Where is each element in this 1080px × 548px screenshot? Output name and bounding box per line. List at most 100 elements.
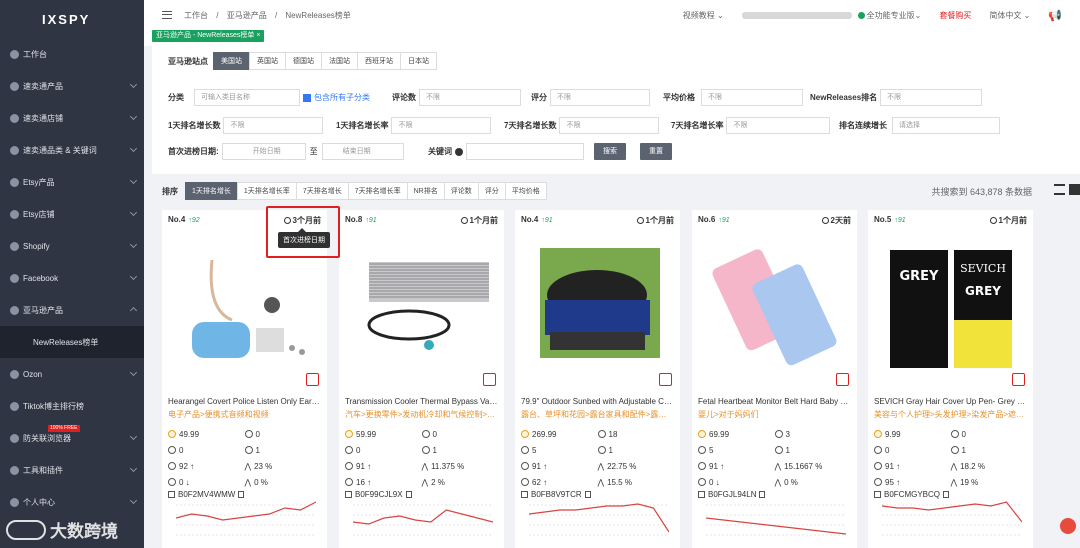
- breadcrumb-amazon[interactable]: 亚马逊产品: [227, 11, 267, 20]
- sidebar-item-7[interactable]: Facebook: [0, 262, 144, 294]
- sort-tab-2[interactable]: 7天排名增长: [295, 182, 349, 200]
- product-title[interactable]: Transmission Cooler Thermal Bypass Valve…: [345, 397, 498, 406]
- start-date-input[interactable]: 开始日期: [221, 143, 306, 160]
- app-logo[interactable]: IXSPY: [0, 0, 144, 38]
- copy-icon[interactable]: [759, 491, 766, 498]
- product-category[interactable]: 婴儿>对于妈妈们: [698, 409, 851, 420]
- product-title[interactable]: Fetal Heartbeat Monitor Belt Hard Baby H…: [698, 397, 851, 406]
- asin[interactable]: B0F2MV4WMW: [178, 490, 235, 499]
- sidebar-item-8[interactable]: 亚马逊产品: [0, 294, 144, 326]
- site-tab-0[interactable]: 美国站: [213, 52, 250, 70]
- language-dropdown[interactable]: 简体中文 ⌄: [989, 10, 1030, 21]
- rank-cont-select[interactable]: 请选择: [892, 117, 1000, 134]
- copy-icon[interactable]: [584, 491, 591, 498]
- site-tab-4[interactable]: 西班牙站: [357, 52, 401, 70]
- sort-tab-3[interactable]: 7天排名增长率: [347, 182, 408, 200]
- site-tab-5[interactable]: 日本站: [400, 52, 437, 70]
- sort-tab-5[interactable]: 评论数: [443, 182, 479, 200]
- image-search-icon[interactable]: [659, 373, 672, 386]
- product-image[interactable]: [349, 240, 494, 372]
- include-sub-checkbox[interactable]: [303, 93, 311, 102]
- site-tab-3[interactable]: 法国站: [321, 52, 358, 70]
- rank-rate-1d-input[interactable]: 不限: [391, 117, 492, 134]
- sidebar-item-4[interactable]: Etsy产品: [0, 166, 144, 198]
- image-search-icon[interactable]: [836, 373, 849, 386]
- rank-sparkline: [882, 501, 1022, 536]
- sidebar-item-6[interactable]: Shopify: [0, 230, 144, 262]
- avg-price-input[interactable]: 不限: [701, 89, 803, 106]
- product-category[interactable]: 美容与个人护理>头发护理>染发产品>遮毛发: [874, 409, 1027, 420]
- product-title[interactable]: Hearangel Covert Police Listen Only Earp…: [168, 397, 321, 406]
- rating-input[interactable]: 不限: [550, 89, 650, 106]
- sort-tab-4[interactable]: NR排名: [406, 182, 445, 200]
- sort-tab-1[interactable]: 1天排名增长率: [236, 182, 297, 200]
- sort-tab-7[interactable]: 平均价格: [504, 182, 547, 200]
- copy-icon[interactable]: [943, 491, 950, 498]
- video-tutorial-dropdown[interactable]: 视频教程 ⌄: [683, 10, 724, 21]
- category-input[interactable]: 可输入类目名称: [194, 89, 300, 106]
- asin[interactable]: B0FB8V9TCR: [531, 490, 582, 499]
- image-search-icon[interactable]: [483, 373, 496, 386]
- list-view-icon[interactable]: [1054, 184, 1065, 195]
- grid-view-icon[interactable]: [1069, 184, 1080, 195]
- active-page-tag[interactable]: 亚马逊产品 - NewReleases榜单 ×: [152, 30, 265, 42]
- sidebar-item-10[interactable]: Ozon: [0, 358, 144, 390]
- breadcrumb-home[interactable]: 工作台: [184, 11, 208, 20]
- image-search-icon[interactable]: [1012, 373, 1025, 386]
- sidebar-item-14[interactable]: 个人中心: [0, 486, 144, 518]
- asin[interactable]: B0F99CJL9X: [355, 490, 403, 499]
- sidebar-item-3[interactable]: 速卖通品类 & 关键词: [0, 134, 144, 166]
- sidebar-item-0[interactable]: 工作台: [0, 38, 144, 70]
- product-card[interactable]: No.4 ↑92 3个月前 Hearangel Covert Police Liste…: [162, 210, 327, 548]
- buy-plan-link[interactable]: 套餐购买: [939, 10, 971, 21]
- copy-icon[interactable]: [238, 491, 245, 498]
- sidebar-item-label: 速卖通店铺: [23, 113, 63, 123]
- rank-inc-1d-filter: 1天排名增长数 不限: [168, 117, 324, 134]
- search-button[interactable]: 搜索: [594, 143, 626, 160]
- reviews-input[interactable]: 不限: [419, 89, 521, 106]
- sidebar-item-2[interactable]: 速卖通店铺: [0, 102, 144, 134]
- rank-inc-7d-input[interactable]: 不限: [559, 117, 660, 134]
- reset-button[interactable]: 重置: [640, 143, 672, 160]
- sort-tab-0[interactable]: 1天排名增长: [185, 182, 238, 200]
- nr-rank-input[interactable]: 不限: [880, 89, 983, 106]
- product-card[interactable]: No.5 ↑91 1个月前 GREY SEVICH GREY SEVICH Gray Hai…: [868, 210, 1033, 548]
- product-category[interactable]: 汽车>更换零件>发动机冷却和气候控制>冷却器: [345, 409, 498, 420]
- account-info[interactable]: 全功能专业版 ⌄: [741, 10, 921, 21]
- product-title[interactable]: SEVICH Gray Hair Cover Up Pen- Grey Hair…: [874, 397, 1027, 406]
- include-sub-label[interactable]: 包含所有子分类: [314, 92, 370, 103]
- rank-inc-1d-input[interactable]: 不限: [223, 117, 324, 134]
- sidebar-item-11[interactable]: Tiktok博主排行榜: [0, 390, 144, 422]
- keyword-input[interactable]: [466, 143, 584, 160]
- rank-inc-7d-label: 7天排名增长数: [504, 121, 557, 130]
- product-category[interactable]: 电子产品>便携式音频和视频: [168, 409, 321, 420]
- sidebar-item-5[interactable]: Etsy店铺: [0, 198, 144, 230]
- site-tab-1[interactable]: 英国站: [249, 52, 286, 70]
- product-image[interactable]: [172, 240, 317, 372]
- help-icon[interactable]: [455, 147, 463, 156]
- asin[interactable]: B0FGJL94LN: [708, 490, 756, 499]
- menu-toggle-icon[interactable]: [162, 11, 172, 19]
- sidebar-item-1[interactable]: 速卖通产品: [0, 70, 144, 102]
- image-search-icon[interactable]: [306, 373, 319, 386]
- product-card[interactable]: No.4 ↑91 1个月前 79.9" Outdoor Sunbed with Adj…: [515, 210, 680, 548]
- site-tab-2[interactable]: 德国站: [285, 52, 322, 70]
- announcement-icon[interactable]: 📢: [1048, 9, 1062, 22]
- asin[interactable]: B0FCMGYBCQ: [884, 490, 940, 499]
- product-image[interactable]: [525, 240, 670, 372]
- product-title[interactable]: 79.9" Outdoor Sunbed with Adjustable Can…: [521, 397, 674, 406]
- support-icon[interactable]: [1060, 518, 1076, 534]
- rank-rate-7d-input[interactable]: 不限: [726, 117, 831, 134]
- product-image[interactable]: [702, 240, 847, 372]
- sort-tab-6[interactable]: 评分: [477, 182, 506, 200]
- product-image[interactable]: GREY SEVICH GREY: [878, 240, 1023, 372]
- rank-up: ↑92: [188, 217, 200, 224]
- sidebar-item-13[interactable]: 工具和插件: [0, 454, 144, 486]
- sidebar-item-9[interactable]: NewReleases榜单: [0, 326, 144, 358]
- product-card[interactable]: No.8 ↑91 1个月前 Transmission Cooler Thermal B…: [339, 210, 504, 548]
- product-category[interactable]: 露台、草坪和花园>露台家具和配件>露台座椅: [521, 409, 674, 420]
- end-date-input[interactable]: 结束日期: [321, 143, 404, 160]
- product-card[interactable]: No.6 ↑91 2天前 Fetal Heartbeat Monitor Belt H…: [692, 210, 857, 548]
- copy-icon[interactable]: [405, 491, 412, 498]
- sidebar-item-12[interactable]: 防关联浏览器 100% FREE: [0, 422, 144, 454]
